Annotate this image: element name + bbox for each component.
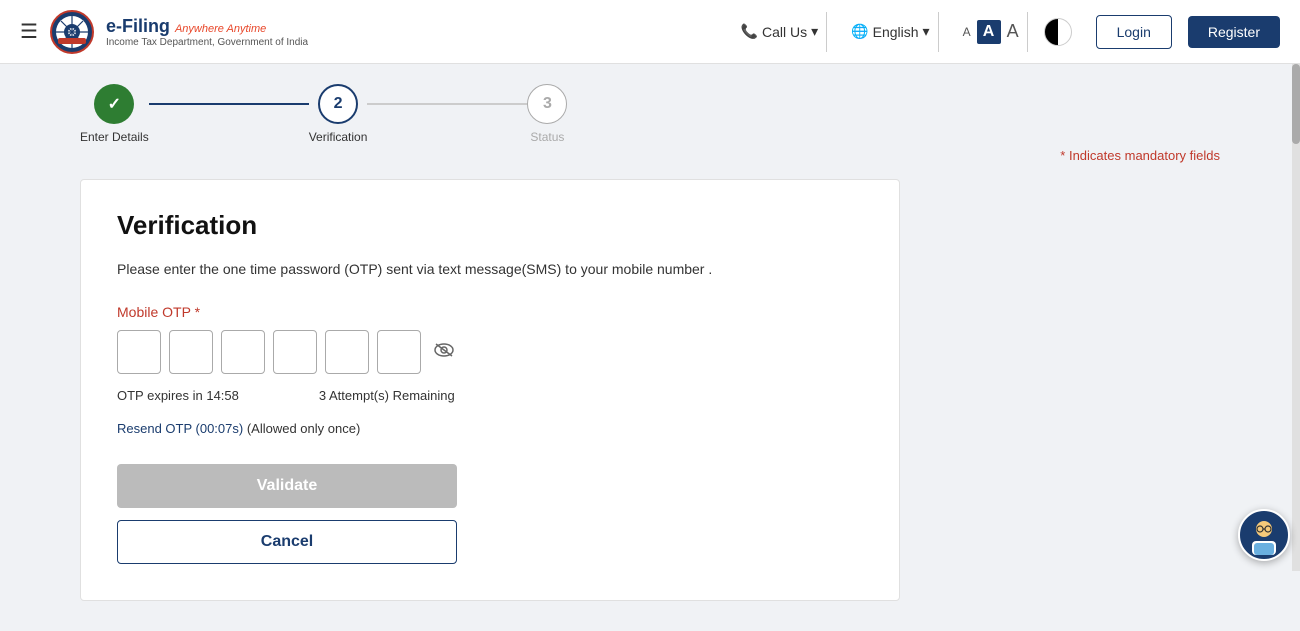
step-2: 2 Verification [309, 84, 368, 144]
validate-button[interactable]: Validate [117, 464, 457, 508]
card-description: Please enter the one time password (OTP)… [117, 259, 863, 280]
step-1: ✓ Enter Details [80, 84, 149, 144]
verification-card: Verification Please enter the one time p… [80, 179, 900, 601]
font-decrease-button[interactable]: A [963, 25, 971, 39]
logo-efiling: e-Filing Anywhere Anytime [106, 16, 308, 37]
phone-icon: 📞 [741, 23, 758, 40]
chatbot-avatar-icon [1240, 511, 1288, 559]
font-controls: A A A [955, 12, 1028, 52]
register-button[interactable]: Register [1188, 16, 1280, 48]
logo-text: e-Filing Anywhere Anytime Income Tax Dep… [106, 16, 308, 48]
otp-digit-3[interactable] [221, 330, 265, 374]
card-title: Verification [117, 210, 863, 241]
resend-line: Resend OTP (00:07s) (Allowed only once) [117, 421, 863, 436]
mandatory-note: * Indicates mandatory fields [80, 148, 1220, 171]
logo-emblem [50, 10, 94, 54]
otp-digit-6[interactable] [377, 330, 421, 374]
main-content: Verification Please enter the one time p… [0, 179, 1300, 631]
lang-chevron-icon: ▾ [923, 23, 930, 40]
otp-expiry: OTP expires in 14:58 [117, 388, 239, 403]
resend-note-text: (Allowed only once) [247, 421, 360, 436]
header-left: ☰ e-Filing Anywhere Anytime Income Tax D… [20, 10, 733, 54]
step-line-2 [367, 103, 527, 105]
otp-input-group [117, 330, 863, 374]
step-3-circle: 3 [527, 84, 567, 124]
language-selector[interactable]: 🌐 English ▾ [843, 12, 938, 52]
otp-label: Mobile OTP * [117, 304, 863, 320]
otp-required-marker: * [195, 304, 200, 320]
otp-info: OTP expires in 14:58 3 Attempt(s) Remain… [117, 388, 863, 403]
otp-digit-2[interactable] [169, 330, 213, 374]
scrollbar[interactable] [1292, 64, 1300, 571]
cancel-button[interactable]: Cancel [117, 520, 457, 564]
font-increase-button[interactable]: A [1007, 21, 1019, 42]
globe-icon: 🌐 [851, 23, 868, 40]
call-us-link[interactable]: 📞 Call Us ▾ [733, 12, 828, 52]
step-1-label: Enter Details [80, 130, 149, 144]
hamburger-icon[interactable]: ☰ [20, 19, 38, 44]
login-button[interactable]: Login [1096, 15, 1172, 49]
toggle-otp-visibility-icon[interactable] [433, 342, 455, 363]
otp-digit-5[interactable] [325, 330, 369, 374]
scrollbar-thumb[interactable] [1292, 64, 1300, 144]
header-right: 📞 Call Us ▾ 🌐 English ▾ A A A Login Regi… [733, 12, 1280, 52]
stepper: ✓ Enter Details 2 Verification 3 Status [80, 84, 1220, 144]
resend-otp-link[interactable]: Resend OTP (00:07s) [117, 421, 243, 436]
step-3: 3 Status [527, 84, 567, 144]
step-1-circle: ✓ [94, 84, 134, 124]
logo-subtitle: Income Tax Department, Government of Ind… [106, 37, 308, 48]
step-2-circle: 2 [318, 84, 358, 124]
stepper-area: ✓ Enter Details 2 Verification 3 Status … [0, 64, 1300, 179]
header: ☰ e-Filing Anywhere Anytime Income Tax D… [0, 0, 1300, 64]
otp-digit-4[interactable] [273, 330, 317, 374]
otp-attempts: 3 Attempt(s) Remaining [319, 388, 455, 403]
otp-digit-1[interactable] [117, 330, 161, 374]
chatbot-widget[interactable] [1238, 509, 1290, 561]
font-normal-button[interactable]: A [977, 20, 1001, 44]
contrast-toggle-button[interactable] [1044, 18, 1072, 46]
call-chevron-icon: ▾ [811, 23, 818, 40]
step-line-1 [149, 103, 309, 105]
step-2-label: Verification [309, 130, 368, 144]
step-3-label: Status [530, 130, 564, 144]
